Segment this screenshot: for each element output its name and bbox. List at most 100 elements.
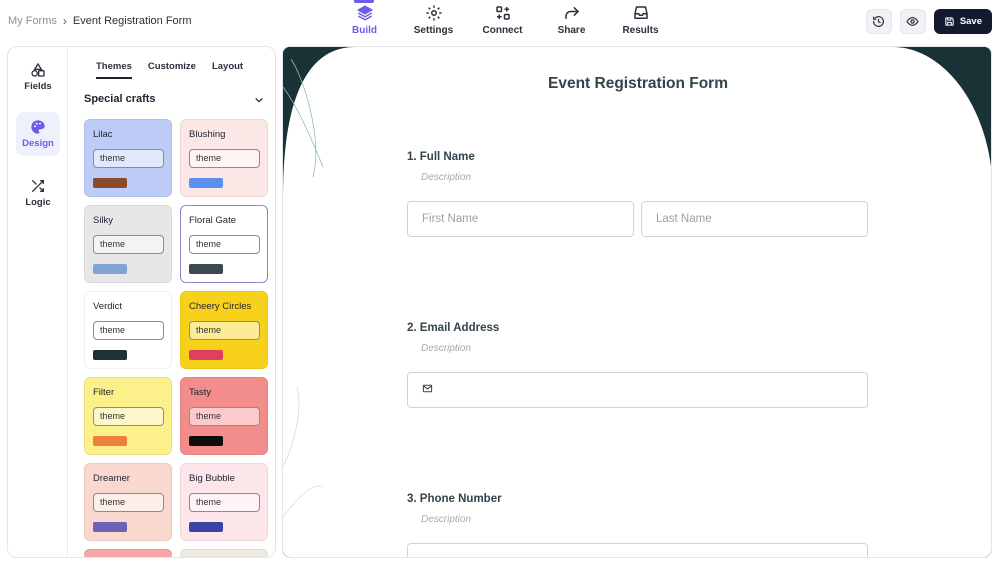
rail-logic[interactable]: Logic — [16, 171, 60, 215]
theme-accent-swatch — [93, 350, 127, 360]
question-label-email[interactable]: 2. Email Address — [407, 322, 499, 334]
theme-accent-swatch — [189, 178, 223, 188]
connect-icon — [495, 6, 510, 20]
theme-sample-input: theme — [189, 149, 260, 168]
question-label-full-name[interactable]: 1. Full Name — [407, 151, 475, 163]
chevron-down-icon[interactable] — [254, 95, 264, 105]
theme-name: Lilac — [93, 129, 113, 140]
theme-name: Verdict — [93, 301, 123, 312]
breadcrumb-root[interactable]: My Forms — [8, 15, 57, 27]
nav-settings[interactable]: Settings — [399, 0, 468, 44]
theme-card[interactable]: Dreamer theme — [84, 463, 172, 541]
theme-name: Filter — [93, 387, 115, 398]
question-description[interactable]: Description — [421, 343, 471, 354]
history-icon — [873, 16, 885, 27]
question-label-phone[interactable]: 3. Phone Number — [407, 493, 502, 505]
theme-sample-input: theme — [189, 493, 260, 512]
theme-card[interactable]: Silky theme — [84, 205, 172, 283]
save-label: Save — [959, 16, 982, 27]
breadcrumb-separator: › — [62, 14, 67, 28]
theme-accent-swatch — [93, 522, 127, 532]
inbox-icon — [633, 6, 648, 19]
nav-connect[interactable]: Connect — [468, 0, 537, 44]
palette-icon — [31, 120, 45, 134]
theme-accent-swatch — [93, 264, 127, 274]
rail-fields[interactable]: Fields — [16, 55, 60, 99]
side-rail: Fields Design Logic — [8, 47, 68, 557]
theme-name: Tasty — [189, 387, 212, 398]
theme-card[interactable]: Filter theme — [84, 377, 172, 455]
email-field[interactable] — [407, 372, 868, 408]
preview-button[interactable] — [899, 9, 926, 34]
theme-card[interactable]: Blushing theme — [180, 119, 268, 197]
theme-name: Big Bubble — [189, 473, 235, 484]
design-tabs: Themes Customize Layout — [96, 61, 243, 79]
theme-card[interactable]: Verdict theme — [84, 291, 172, 369]
breadcrumb-current: Event Registration Form — [72, 15, 192, 27]
rail-logic-label: Logic — [25, 197, 51, 208]
last-name-field[interactable]: Last Name — [641, 201, 868, 237]
shapes-icon — [31, 62, 45, 77]
theme-sample-input: theme — [189, 235, 260, 254]
nav-build-label: Build — [352, 25, 377, 36]
top-bar: My Forms › Event Registration Form Build… — [0, 0, 1000, 44]
form-background — [283, 47, 991, 557]
theme-sample-input: theme — [93, 407, 164, 426]
section-title: Special crafts — [84, 93, 156, 105]
theme-sample-input: theme — [93, 235, 164, 254]
theme-card[interactable]: Lilac theme — [84, 119, 172, 197]
history-button[interactable] — [865, 9, 892, 34]
share-icon — [564, 7, 579, 19]
save-button[interactable]: Save — [933, 9, 992, 34]
theme-card[interactable] — [180, 549, 268, 557]
nav-results-label: Results — [622, 25, 659, 36]
form-title: Event Registration Form — [548, 75, 728, 92]
rail-design[interactable]: Design — [16, 112, 60, 156]
nav-results[interactable]: Results — [606, 0, 675, 44]
shuffle-icon — [31, 180, 44, 192]
theme-accent-swatch — [93, 178, 127, 188]
theme-name: Cheery Circles — [189, 301, 252, 312]
layers-icon — [357, 5, 372, 21]
theme-name: Silky — [93, 215, 114, 226]
rail-fields-label: Fields — [24, 81, 52, 92]
theme-name: Floral Gate — [189, 215, 236, 226]
theme-sample-input: theme — [189, 321, 260, 340]
breadcrumb: My Forms › Event Registration Form — [8, 14, 192, 28]
theme-sample-input: theme — [93, 149, 164, 168]
theme-grid: Lilac theme Blushing theme Silky theme Floral … — [84, 119, 268, 557]
theme-card[interactable]: Big Bubble theme — [180, 463, 268, 541]
tab-themes[interactable]: Themes — [96, 61, 132, 79]
theme-accent-swatch — [189, 436, 223, 446]
theme-sample-input: theme — [93, 321, 164, 340]
gear-icon — [426, 5, 441, 21]
theme-name: Dreamer — [93, 473, 130, 484]
theme-card[interactable]: Cheery Circles theme — [180, 291, 268, 369]
tab-customize[interactable]: Customize — [148, 61, 196, 79]
phone-field[interactable] — [407, 543, 868, 557]
question-description[interactable]: Description — [421, 172, 471, 183]
nav-share-label: Share — [557, 25, 586, 36]
top-actions: Save — [865, 9, 992, 34]
tab-layout[interactable]: Layout — [212, 61, 243, 79]
theme-card[interactable]: Tasty theme — [180, 377, 268, 455]
theme-sample-input: theme — [189, 407, 260, 426]
eye-icon — [906, 17, 919, 26]
nav-settings-label: Settings — [413, 25, 454, 36]
theme-card[interactable]: Floral Gate theme — [180, 205, 268, 283]
theme-sample-input: theme — [93, 493, 164, 512]
design-panel: Fields Design Logic Themes Customize Lay… — [7, 46, 276, 558]
question-description[interactable]: Description — [421, 514, 471, 525]
mail-icon — [422, 384, 433, 393]
first-name-field[interactable]: First Name — [407, 201, 634, 237]
form-preview: Event Registration Form 1. Full Name Des… — [282, 46, 992, 558]
theme-card[interactable] — [84, 549, 172, 557]
theme-accent-swatch — [93, 436, 127, 446]
theme-accent-swatch — [189, 350, 223, 360]
save-icon — [945, 17, 954, 26]
nav-build[interactable]: Build — [330, 0, 399, 44]
main-nav: Build Settings Connect Share Results — [330, 0, 675, 44]
nav-connect-label: Connect — [482, 25, 523, 36]
nav-share[interactable]: Share — [537, 0, 606, 44]
rail-design-label: Design — [22, 138, 54, 149]
